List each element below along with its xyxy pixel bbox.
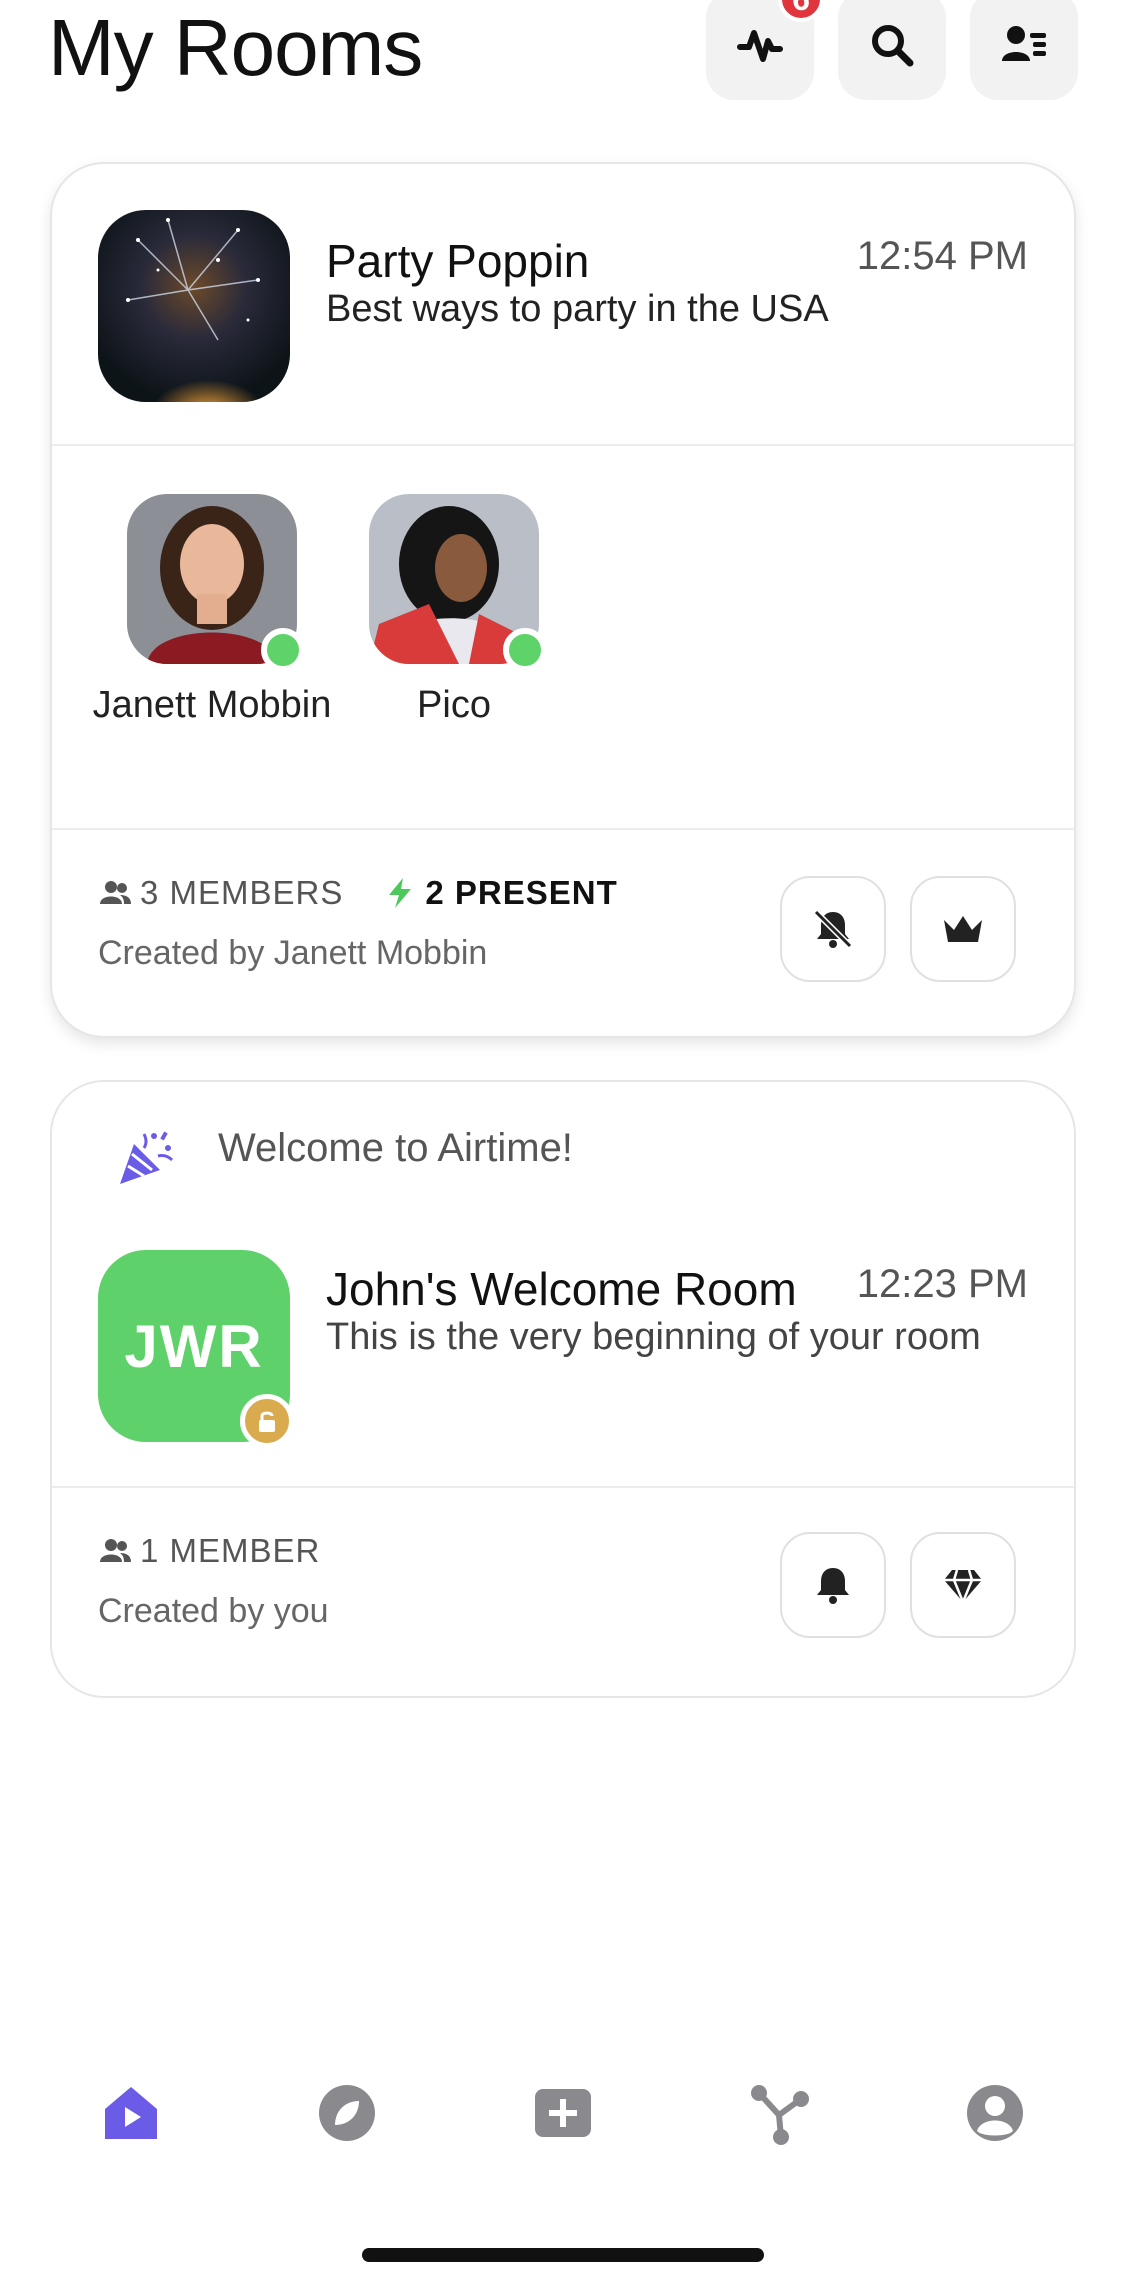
room-thumbnail — [98, 210, 290, 402]
members-count: 1 MEMBER — [98, 1532, 320, 1570]
members-count-label: 1 MEMBER — [140, 1532, 321, 1569]
compass-icon — [319, 2085, 375, 2141]
member-name: Pico — [417, 684, 491, 726]
members-count-label: 3 MEMBERS — [140, 874, 344, 911]
present-count: 2 PRESENT — [383, 874, 617, 912]
contacts-icon — [1002, 26, 1046, 61]
room-description: This is the very beginning of your room — [326, 1316, 981, 1358]
activity-button[interactable]: 6 — [706, 0, 824, 100]
room-time: 12:54 PM — [856, 234, 1028, 278]
owner-button[interactable] — [910, 876, 1016, 982]
online-indicator — [503, 628, 547, 672]
room-stats: 3 MEMBERS 2 PRESENT — [98, 874, 618, 912]
activity-icon — [737, 30, 783, 62]
lightning-icon — [389, 878, 412, 908]
member-pico[interactable]: Pico — [334, 494, 574, 728]
room-card-welcome[interactable]: Welcome to Airtime! JWR John's Welcome R… — [50, 1080, 1076, 1698]
notifications-button[interactable] — [780, 1532, 886, 1638]
crown-icon — [944, 916, 982, 942]
mute-button[interactable] — [780, 876, 886, 982]
create-tab[interactable] — [528, 2078, 598, 2148]
members-icon — [100, 881, 131, 904]
search-button[interactable] — [838, 0, 946, 100]
room-card-party-poppin[interactable]: Party Poppin 12:54 PM Best ways to party… — [50, 162, 1076, 1038]
present-count-label: 2 PRESENT — [425, 874, 618, 911]
home-icon — [105, 2087, 157, 2139]
avatar — [127, 494, 305, 672]
bell-muted-icon — [813, 909, 853, 949]
members-icon — [100, 1539, 131, 1562]
created-by: Created by you — [98, 1592, 329, 1630]
contacts-button[interactable] — [970, 0, 1078, 100]
explore-tab[interactable] — [312, 2078, 382, 2148]
connections-tab[interactable] — [744, 2078, 814, 2148]
notification-badge: 6 — [778, 0, 824, 22]
search-icon — [872, 25, 914, 67]
divider — [52, 444, 1074, 446]
diamond-icon — [944, 1569, 982, 1606]
party-popper-icon — [120, 1131, 174, 1184]
online-indicator — [261, 628, 305, 672]
avatar — [369, 494, 547, 672]
connections-icon — [751, 2085, 809, 2145]
room-name: Party Poppin — [326, 235, 590, 287]
profile-tab[interactable] — [960, 2078, 1030, 2148]
room-time: 12:23 PM — [856, 1262, 1028, 1306]
profile-icon — [967, 2085, 1023, 2141]
divider — [52, 828, 1074, 830]
welcome-text: Welcome to Airtime! — [218, 1126, 573, 1170]
premium-button[interactable] — [910, 1532, 1016, 1638]
member-janett-mobbin[interactable]: Janett Mobbin — [92, 494, 332, 728]
bell-icon — [817, 1568, 849, 1604]
unlock-icon — [259, 1411, 275, 1432]
member-name: Janett Mobbin — [92, 684, 332, 726]
room-name: John's Welcome Room — [326, 1263, 797, 1315]
created-by: Created by Janett Mobbin — [98, 934, 488, 972]
create-icon — [535, 2089, 591, 2137]
lock-badge — [240, 1394, 294, 1448]
room-stats: 1 MEMBER — [98, 1532, 320, 1570]
home-tab[interactable] — [96, 2078, 166, 2148]
members-count: 3 MEMBERS — [98, 874, 343, 912]
room-description: Best ways to party in the USA — [326, 288, 829, 330]
page-title: My Rooms — [48, 3, 423, 92]
divider — [52, 1486, 1074, 1488]
home-indicator — [362, 2248, 764, 2262]
